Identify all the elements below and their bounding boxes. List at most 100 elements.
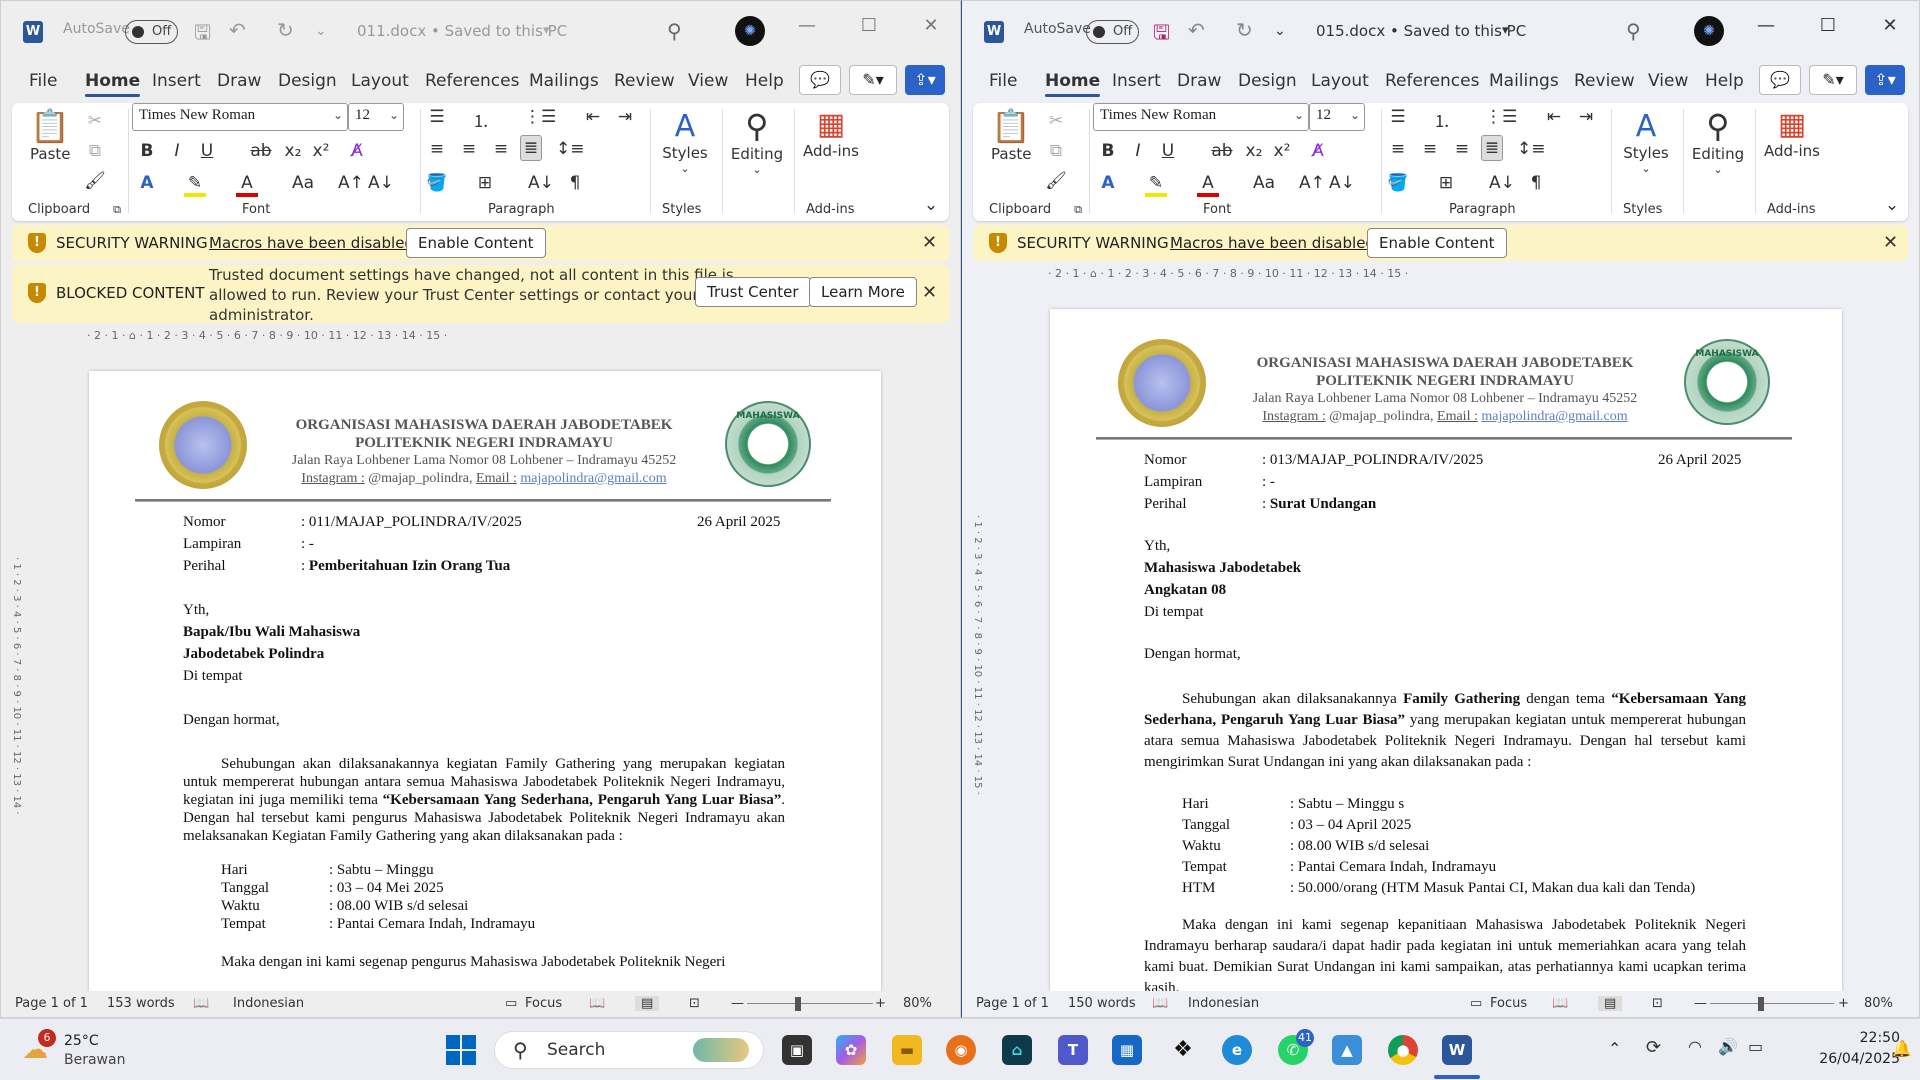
numbering-icon[interactable]: ⒈ xyxy=(1431,107,1453,132)
collapse-ribbon-icon[interactable]: ⌄ xyxy=(1881,195,1903,215)
text-effects-icon[interactable]: A xyxy=(1097,173,1119,193)
horizontal-ruler[interactable]: · 2 · 1 · ⌂ · 1 · 2 · 3 · 4 · 5 · 6 · 7 … xyxy=(87,329,847,349)
horizontal-ruler[interactable]: · 2 · 1 · ⌂ · 1 · 2 · 3 · 4 · 5 · 6 · 7 … xyxy=(1048,267,1808,287)
macros-disabled-link[interactable]: Macros have been disabled. xyxy=(1170,234,1380,252)
zoom-level[interactable]: 80% xyxy=(903,996,932,1011)
zoom-level[interactable]: 80% xyxy=(1864,996,1893,1011)
styles-button[interactable]: A Styles ⌄ xyxy=(660,109,710,175)
file-explorer-icon[interactable]: ▬ xyxy=(892,1035,922,1065)
editing-mode-button[interactable]: ✎▾ xyxy=(1809,65,1857,95)
redo-icon[interactable]: ↻ xyxy=(277,18,294,42)
document-area[interactable]: MAHASISWA ORGANISASI MAHASISWA DAERAH JA… xyxy=(29,357,960,991)
italic-icon[interactable]: I xyxy=(1127,141,1149,161)
copy-icon[interactable]: ⧉ xyxy=(84,141,106,161)
collapse-ribbon-icon[interactable]: ⌄ xyxy=(920,195,942,215)
tab-mailings[interactable]: Mailings xyxy=(529,71,599,91)
strikethrough-icon[interactable]: ab xyxy=(250,141,272,161)
dropbox-icon[interactable]: ❖ xyxy=(1168,1035,1198,1065)
print-layout-icon[interactable]: ▤ xyxy=(635,996,660,1011)
cut-icon[interactable]: ✂ xyxy=(84,111,106,131)
zoom-out-icon[interactable]: — xyxy=(731,996,744,1011)
chrome-icon[interactable]: ● xyxy=(1388,1035,1418,1065)
format-painter-icon[interactable]: 🖌 xyxy=(84,171,106,191)
document-title[interactable]: 011.docx • Saved to this PC xyxy=(357,22,567,40)
firefox-icon[interactable]: ◉ xyxy=(946,1035,976,1065)
customize-qat-icon[interactable]: ⌄ xyxy=(1274,23,1286,39)
format-painter-icon[interactable]: 🖌 xyxy=(1045,171,1067,191)
bullets-icon[interactable]: ☰ xyxy=(426,107,448,127)
tab-review[interactable]: Review xyxy=(614,71,675,91)
clear-formatting-icon[interactable]: A̸ xyxy=(1307,141,1329,161)
close-icon[interactable]: ✕ xyxy=(922,282,937,303)
focus-button[interactable]: Focus xyxy=(525,996,562,1011)
enable-content-button[interactable]: Enable Content xyxy=(406,228,546,258)
subscript-icon[interactable]: x₂ xyxy=(1243,141,1265,161)
page-count[interactable]: Page 1 of 1 xyxy=(976,996,1049,1011)
vertical-ruler[interactable]: · 1 · 2 · 3 · 4 · 5 · 6 · 7 · 8 · 9 · 10… xyxy=(971,319,985,991)
align-center-icon[interactable]: ≡ xyxy=(1419,139,1441,159)
undo-icon[interactable]: ↶ xyxy=(1188,18,1205,42)
undo-icon[interactable]: ↶ xyxy=(229,18,246,42)
font-size-box[interactable]: 12 ⌄ xyxy=(348,103,404,131)
zoom-in-icon[interactable]: + xyxy=(1838,996,1849,1011)
avatar[interactable]: ✺ xyxy=(1694,16,1724,46)
avatar[interactable]: ✺ xyxy=(735,16,765,46)
store-icon[interactable]: ▦ xyxy=(1112,1035,1142,1065)
bold-icon[interactable]: B xyxy=(1097,141,1119,161)
copy-icon[interactable]: ⧉ xyxy=(1045,141,1067,161)
bold-icon[interactable]: B xyxy=(136,141,158,161)
line-spacing-icon[interactable]: ↕≡ xyxy=(1517,139,1546,159)
wifi-icon[interactable]: ◠ xyxy=(1688,1037,1702,1056)
subscript-icon[interactable]: x₂ xyxy=(282,141,304,161)
grow-font-icon[interactable]: A↑ xyxy=(338,173,364,193)
learn-more-button[interactable]: Learn More xyxy=(809,277,917,307)
tab-draw[interactable]: Draw xyxy=(1177,71,1221,91)
tab-review[interactable]: Review xyxy=(1574,71,1635,91)
sort-icon[interactable]: A↓ xyxy=(528,173,554,193)
maximize-icon[interactable]: ☐ xyxy=(1808,15,1848,36)
font-name-box[interactable]: Times New Roman ⌄ xyxy=(1093,103,1309,131)
zoom-slider[interactable] xyxy=(1710,1003,1834,1004)
word-taskbar-icon[interactable]: W xyxy=(1442,1035,1472,1065)
tab-insert[interactable]: Insert xyxy=(1112,71,1161,91)
volume-icon[interactable]: 🔊 xyxy=(1718,1037,1738,1056)
editing-mode-button[interactable]: ✎▾ xyxy=(849,65,897,95)
align-left-icon[interactable]: ≡ xyxy=(426,139,448,159)
align-right-icon[interactable]: ≡ xyxy=(490,139,512,159)
font-color-icon[interactable]: A xyxy=(236,173,258,197)
language[interactable]: Indonesian xyxy=(1188,996,1259,1011)
notifications-icon[interactable]: 🔔 xyxy=(1892,1039,1912,1058)
redo-icon[interactable]: ↻ xyxy=(1236,18,1253,42)
tab-references[interactable]: References xyxy=(1385,71,1479,91)
document-title[interactable]: 015.docx • Saved to this PC xyxy=(1316,22,1526,40)
document-area[interactable]: MAHASISWA ORGANISASI MAHASISWA DAERAH JA… xyxy=(990,297,1919,991)
tab-mailings[interactable]: Mailings xyxy=(1489,71,1559,91)
borders-icon[interactable]: ⊞ xyxy=(474,173,496,193)
focus-button[interactable]: Focus xyxy=(1490,996,1527,1011)
show-marks-icon[interactable]: ¶ xyxy=(1525,173,1547,193)
strikethrough-icon[interactable]: ab xyxy=(1211,141,1233,161)
tab-help[interactable]: Help xyxy=(745,71,784,91)
clear-formatting-icon[interactable]: A̸ xyxy=(346,141,368,161)
borders-icon[interactable]: ⊞ xyxy=(1435,173,1457,193)
justify-icon[interactable]: ≣ xyxy=(1481,135,1503,161)
styles-button[interactable]: A Styles ⌄ xyxy=(1621,109,1671,175)
enable-content-button[interactable]: Enable Content xyxy=(1367,228,1507,258)
cut-icon[interactable]: ✂ xyxy=(1045,111,1067,131)
read-mode-icon[interactable]: 📖 xyxy=(1552,996,1568,1011)
tab-file[interactable]: File xyxy=(989,71,1017,91)
language[interactable]: Indonesian xyxy=(233,996,304,1011)
read-mode-icon[interactable]: 📖 xyxy=(589,996,605,1011)
edge-icon[interactable]: e xyxy=(1222,1035,1252,1065)
task-view-icon[interactable]: ▣ xyxy=(782,1035,812,1065)
vertical-ruler[interactable]: · 1 · 2 · 3 · 4 · 5 · 6 · 7 · 8 · 9 · 10… xyxy=(10,381,24,991)
paste-button[interactable]: 📋 Paste xyxy=(30,107,71,163)
multilevel-list-icon[interactable]: ⋮☰ xyxy=(524,107,556,127)
terminal-app-icon[interactable]: ⌂ xyxy=(1002,1035,1032,1065)
tab-help[interactable]: Help xyxy=(1705,71,1744,91)
tab-view[interactable]: View xyxy=(1648,71,1688,91)
paste-button[interactable]: 📋 Paste xyxy=(991,107,1032,163)
web-layout-icon[interactable]: ⊡ xyxy=(1652,996,1663,1011)
font-size-box[interactable]: 12 ⌄ xyxy=(1309,103,1365,131)
tab-draw[interactable]: Draw xyxy=(217,71,261,91)
